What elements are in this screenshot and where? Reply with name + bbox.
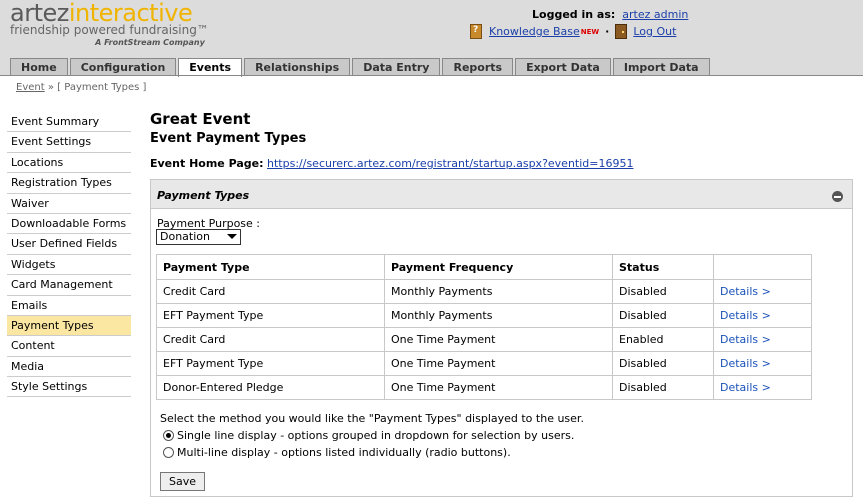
table-row: Donor-Entered Pledge One Time Payment Di… <box>156 375 812 400</box>
cell-status: Enabled <box>612 327 714 352</box>
tab-data-entry[interactable]: Data Entry <box>352 58 441 76</box>
breadcrumb-event-link[interactable]: Event <box>16 82 45 93</box>
cell-payment-frequency: Monthly Payments <box>384 303 613 328</box>
sidebar-item-payment-types[interactable]: Payment Types <box>7 315 131 337</box>
logged-in-label: Logged in as: <box>532 8 616 21</box>
cell-status: Disabled <box>612 279 714 304</box>
option-multi-line: Multi-line display - options listed indi… <box>163 446 511 459</box>
event-home-page-line: Event Home Page: https://securerc.artez.… <box>150 157 853 170</box>
user-box: Logged in as: artez admin <box>532 8 688 21</box>
sidebar-item-content[interactable]: Content <box>7 336 131 357</box>
sidebar-item-locations[interactable]: Locations <box>7 153 131 174</box>
knowledge-base-icon <box>470 24 482 39</box>
username-link[interactable]: artez admin <box>622 8 688 21</box>
payment-types-table: Payment Type Payment Frequency Status Cr… <box>156 254 812 400</box>
panel-header: Payment Types <box>151 180 852 209</box>
sidebar-item-event-summary[interactable]: Event Summary <box>7 112 131 133</box>
logo-tagline: friendship powered fundraising <box>10 23 197 37</box>
column-header-payment-frequency: Payment Frequency <box>384 254 613 280</box>
logo: artezinteractive friendship powered fund… <box>10 1 209 47</box>
tab-import-data[interactable]: Import Data <box>612 58 710 76</box>
panel-title: Payment Types <box>157 189 250 202</box>
sidebar-item-widgets[interactable]: Widgets <box>7 255 131 276</box>
cell-payment-type: EFT Payment Type <box>156 303 385 328</box>
header-links: Knowledge Base NEW · Log Out <box>470 24 676 39</box>
cell-payment-type: EFT Payment Type <box>156 351 385 376</box>
link-separator: · <box>605 25 610 38</box>
payment-purpose-select[interactable]: Donation <box>156 229 241 245</box>
table-header-row: Payment Type Payment Frequency Status <box>156 254 812 280</box>
tab-reports[interactable]: Reports <box>442 58 514 76</box>
cell-status: Disabled <box>612 303 714 328</box>
details-link[interactable]: Details > <box>720 309 771 322</box>
event-title: Great Event <box>150 110 251 128</box>
breadcrumb: Event » [ Payment Types ] <box>16 82 146 93</box>
column-header-actions <box>713 254 812 280</box>
save-button[interactable]: Save <box>160 472 205 491</box>
table-row: Credit Card One Time Payment Enabled Det… <box>156 327 812 352</box>
cell-payment-type: Donor-Entered Pledge <box>156 375 385 400</box>
breadcrumb-sep: » <box>47 82 54 93</box>
cell-payment-frequency: Monthly Payments <box>384 279 613 304</box>
main-content: Great Event Event Payment Types Event Ho… <box>150 110 853 170</box>
logo-tm: ™ <box>196 23 209 37</box>
table-row: EFT Payment Type Monthly Payments Disabl… <box>156 303 812 328</box>
sidebar-item-user-defined-fields[interactable]: User Defined Fields <box>7 234 131 255</box>
knowledge-base-link[interactable]: Knowledge Base <box>489 25 580 38</box>
collapse-icon[interactable] <box>832 191 843 202</box>
payment-types-panel: Payment Types Payment Purpose : Donation… <box>150 179 853 497</box>
cell-status: Disabled <box>612 375 714 400</box>
cell-payment-type: Credit Card <box>156 327 385 352</box>
sidebar-item-registration-types[interactable]: Registration Types <box>7 173 131 194</box>
sidebar-item-event-settings[interactable]: Event Settings <box>7 132 131 153</box>
tab-relationships[interactable]: Relationships <box>244 58 351 76</box>
display-method-prompt: Select the method you would like the "Pa… <box>160 412 584 425</box>
cell-payment-type: Credit Card <box>156 279 385 304</box>
details-link[interactable]: Details > <box>720 357 771 370</box>
sidebar-item-emails[interactable]: Emails <box>7 296 131 316</box>
cell-payment-frequency: One Time Payment <box>384 375 613 400</box>
payment-purpose-value: Donation <box>160 230 210 243</box>
page-title: Event Payment Types <box>150 131 307 146</box>
tab-home[interactable]: Home <box>10 58 68 76</box>
cell-actions: Details > <box>713 279 812 304</box>
table-row: EFT Payment Type One Time Payment Disabl… <box>156 351 812 376</box>
single-line-radio[interactable] <box>163 430 174 441</box>
details-link[interactable]: Details > <box>720 285 771 298</box>
event-home-page-link[interactable]: https://securerc.artez.com/registrant/st… <box>267 157 633 170</box>
new-badge: NEW <box>580 27 600 36</box>
column-header-payment-type: Payment Type <box>156 254 385 280</box>
multi-line-label: Multi-line display - options listed indi… <box>177 446 511 459</box>
details-link[interactable]: Details > <box>720 333 771 346</box>
event-home-page-label: Event Home Page: <box>150 157 264 170</box>
logout-icon <box>615 24 628 39</box>
cell-actions: Details > <box>713 351 812 376</box>
details-link[interactable]: Details > <box>720 381 771 394</box>
sidebar-item-downloadable-forms[interactable]: Downloadable Forms <box>7 214 131 235</box>
cell-payment-frequency: One Time Payment <box>384 327 613 352</box>
sidebar-item-style-settings[interactable]: Style Settings <box>7 377 131 398</box>
sidebar-item-media[interactable]: Media <box>7 357 131 378</box>
sidebar-item-card-management[interactable]: Card Management <box>7 275 131 296</box>
sidebar: Event Summary Event Settings Locations R… <box>7 112 131 398</box>
sidebar-item-waiver[interactable]: Waiver <box>7 194 131 214</box>
logo-company: A FrontStream Company <box>95 38 205 47</box>
option-single-line: Single line display - options grouped in… <box>163 429 574 442</box>
cell-payment-frequency: One Time Payment <box>384 351 613 376</box>
cell-actions: Details > <box>713 375 812 400</box>
chevron-down-icon <box>227 234 237 239</box>
multi-line-radio[interactable] <box>163 447 174 458</box>
single-line-label: Single line display - options grouped in… <box>177 429 575 442</box>
logout-link[interactable]: Log Out <box>633 25 676 38</box>
header: artezinteractive friendship powered fund… <box>0 0 863 77</box>
breadcrumb-current: [ Payment Types ] <box>57 82 147 93</box>
tab-divider <box>0 75 863 76</box>
tab-configuration[interactable]: Configuration <box>69 58 177 76</box>
cell-actions: Details > <box>713 327 812 352</box>
tab-export-data[interactable]: Export Data <box>515 58 611 76</box>
cell-actions: Details > <box>713 303 812 328</box>
column-header-status: Status <box>612 254 714 280</box>
cell-status: Disabled <box>612 351 714 376</box>
table-row: Credit Card Monthly Payments Disabled De… <box>156 279 812 304</box>
